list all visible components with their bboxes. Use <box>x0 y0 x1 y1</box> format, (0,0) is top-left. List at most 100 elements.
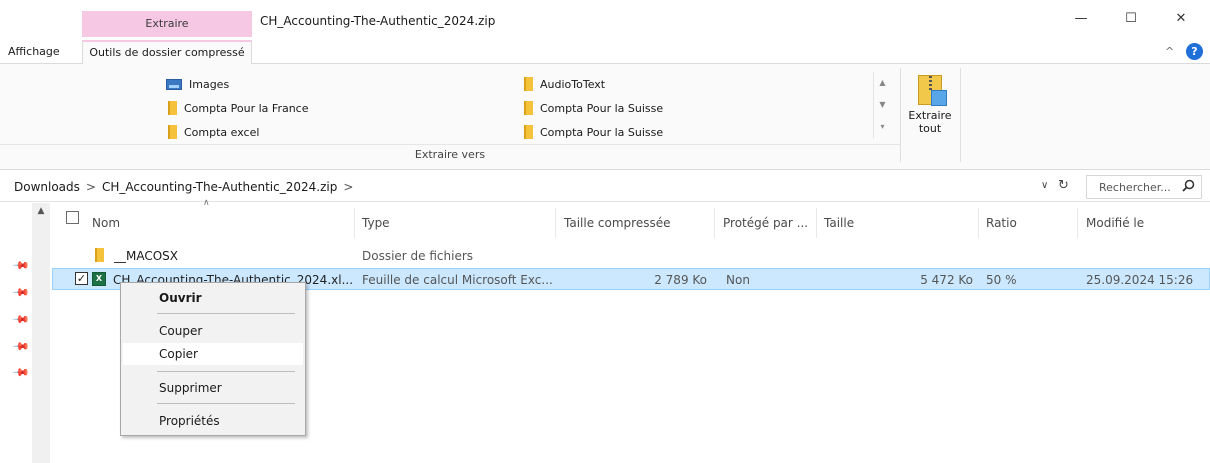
menu-item-label: Supprimer <box>159 381 222 395</box>
context-menu: Ouvrir Couper Copier Supprimer Propriété… <box>120 282 306 436</box>
column-header-modified[interactable]: Modifié le <box>1086 216 1144 230</box>
sort-ascending-icon: ∧ <box>203 198 210 208</box>
column-header-name[interactable]: Nom <box>92 216 120 230</box>
search-box[interactable] <box>1086 175 1202 199</box>
breadcrumb-separator-icon[interactable]: > <box>86 180 96 194</box>
destination-compta-excel[interactable]: Compta excel <box>166 122 259 142</box>
menu-separator <box>157 371 295 372</box>
minimize-icon: — <box>1074 10 1088 26</box>
gallery-scroll-down-icon[interactable]: ▼ <box>874 94 891 116</box>
row-type: Dossier de fichiers <box>362 249 474 263</box>
ribbon-group-label: Extraire vers <box>414 148 486 161</box>
menu-item-label: Copier <box>159 347 198 361</box>
menu-separator <box>157 403 295 404</box>
row-ratio: 50 % <box>986 273 1017 287</box>
destination-label: Compta Pour la Suisse <box>540 101 664 115</box>
folder-icon <box>168 101 177 115</box>
nav-scroll-up-icon[interactable]: ▲ <box>32 206 50 216</box>
destination-label: AudioToText <box>540 77 606 91</box>
column-separator[interactable] <box>978 208 979 238</box>
menu-item-properties[interactable]: Propriétés <box>123 410 303 432</box>
select-all-checkbox[interactable] <box>66 211 79 224</box>
menu-item-label: Propriétés <box>159 414 220 428</box>
column-header-compressed-size[interactable]: Taille compressée <box>564 216 670 230</box>
column-header-ratio[interactable]: Ratio <box>986 216 1017 230</box>
column-separator[interactable] <box>714 208 715 238</box>
excel-file-icon: X <box>92 272 106 286</box>
minimize-button[interactable]: — <box>1058 0 1104 36</box>
tab-affichage[interactable]: Affichage <box>8 45 60 58</box>
menu-item-label: Couper <box>159 324 203 338</box>
extract-all-label-1: Extraire <box>908 109 952 122</box>
menu-item-delete[interactable]: Supprimer <box>123 377 303 399</box>
menu-item-copy[interactable]: Copier <box>123 343 303 365</box>
row-size: 5 472 Ko <box>920 273 973 287</box>
column-header-type[interactable]: Type <box>362 216 390 230</box>
gallery-scrollbar[interactable]: ▲ ▼ ▾ <box>873 72 891 138</box>
address-bar[interactable]: Downloads > CH_Accounting-The-Authentic_20… <box>0 172 1210 202</box>
breadcrumb: Downloads > CH_Accounting-The-Authentic_20… <box>14 180 359 194</box>
ribbon-divider <box>960 68 961 162</box>
row-name: __MACOSX <box>114 249 179 263</box>
folder-icon <box>95 248 104 265</box>
column-separator[interactable] <box>354 208 355 238</box>
tab-compressed-folder-tools-label: Outils de dossier compressé <box>89 46 245 59</box>
row-modified: 25.09.2024 15:26 <box>1086 273 1194 287</box>
context-tab-header-label: Extraire <box>145 17 189 30</box>
folder-icon <box>524 77 533 91</box>
menu-item-open[interactable]: Ouvrir <box>123 287 303 309</box>
close-button[interactable]: ✕ <box>1158 0 1204 36</box>
breadcrumb-zip[interactable]: CH_Accounting-The-Authentic_2024.zip <box>102 180 337 194</box>
column-separator[interactable] <box>816 208 817 238</box>
column-header-size[interactable]: Taille <box>824 216 854 230</box>
row-compressed-size: 2 789 Ko <box>654 273 707 287</box>
ribbon-tabs: Affichage Outils de dossier compressé ^ <box>0 40 1210 65</box>
navigation-scrollbar[interactable] <box>32 203 50 463</box>
destination-compta-france[interactable]: Compta Pour la France <box>166 98 309 118</box>
menu-item-cut[interactable]: Couper <box>123 320 303 342</box>
gallery-scroll-up-icon[interactable]: ▲ <box>874 72 891 94</box>
row-type: Feuille de calcul Microsoft Exc... <box>362 273 553 287</box>
destination-label: Compta excel <box>184 125 260 139</box>
breadcrumb-separator-icon[interactable]: > <box>343 180 353 194</box>
extract-all-button[interactable]: Extraire tout <box>902 72 958 158</box>
folder-icon <box>168 125 177 139</box>
breadcrumb-downloads[interactable]: Downloads <box>14 180 80 194</box>
table-row[interactable]: __MACOSX Dossier de fichiers <box>52 245 1210 267</box>
navigation-pane[interactable] <box>0 203 32 463</box>
ribbon-group-separator <box>0 144 900 145</box>
destination-audiototext[interactable]: AudioToText <box>524 74 605 94</box>
destination-compta-suisse[interactable]: Compta Pour la Suisse <box>524 98 663 118</box>
close-icon: ✕ <box>1175 10 1187 26</box>
ribbon: Images Compta Pour la France Compta exce… <box>0 64 1210 170</box>
destination-label: Compta Pour la France <box>184 101 309 115</box>
help-icon[interactable]: ? <box>1186 43 1203 60</box>
destination-label: Images <box>189 77 230 91</box>
address-history-dropdown-icon[interactable]: ∨ <box>1041 180 1048 191</box>
menu-item-label: Ouvrir <box>159 291 202 305</box>
row-protected: Non <box>726 273 750 287</box>
image-folder-icon <box>166 78 182 90</box>
context-tab-header[interactable]: Extraire <box>82 11 252 37</box>
destination-images[interactable]: Images <box>166 74 229 94</box>
tab-compressed-folder-tools[interactable]: Outils de dossier compressé <box>82 40 252 65</box>
gallery-more-icon[interactable]: ▾ <box>874 116 891 138</box>
ribbon-divider <box>900 68 901 162</box>
maximize-icon: ☐ <box>1125 10 1137 26</box>
column-header-protected[interactable]: Protégé par ... <box>723 216 808 230</box>
destination-compta-suisse-2[interactable]: Compta Pour la Suisse <box>524 122 663 142</box>
extract-all-label-2: tout <box>918 122 942 135</box>
column-separator[interactable] <box>555 208 556 238</box>
window-title: CH_Accounting-The-Authentic_2024.zip <box>260 14 496 28</box>
folder-icon <box>524 101 533 115</box>
maximize-button[interactable]: ☐ <box>1108 0 1154 36</box>
column-separator[interactable] <box>1077 208 1078 238</box>
search-input[interactable] <box>1087 176 1179 198</box>
folder-icon <box>524 125 533 139</box>
menu-separator <box>157 313 295 314</box>
zip-extract-icon <box>918 75 947 106</box>
ribbon-collapse-icon[interactable]: ^ <box>1165 45 1174 58</box>
destination-label: Compta Pour la Suisse <box>540 125 664 139</box>
row-checkbox-checked[interactable]: ✓ <box>75 272 88 285</box>
refresh-icon[interactable]: ↻ <box>1058 178 1069 193</box>
